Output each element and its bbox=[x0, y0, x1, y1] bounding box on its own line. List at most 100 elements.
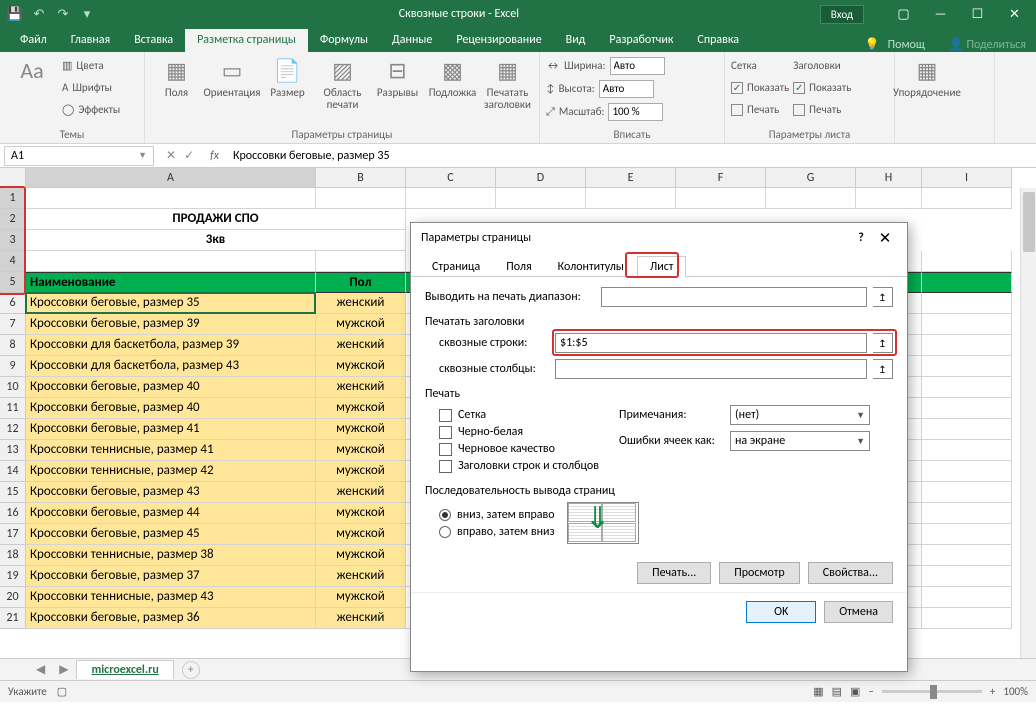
tab-вид[interactable]: Вид bbox=[554, 29, 598, 52]
cell-gender[interactable]: мужской bbox=[316, 503, 406, 524]
zoom-out-icon[interactable]: − bbox=[868, 685, 873, 698]
headers-checkbox[interactable]: Заголовки строк и столбцов bbox=[439, 459, 599, 473]
margins-button[interactable]: ▦Поля bbox=[151, 55, 202, 99]
name-box[interactable]: A1▼ bbox=[4, 146, 154, 166]
cell-gender[interactable]: мужской bbox=[316, 440, 406, 461]
cancel-button[interactable]: Отмена bbox=[824, 601, 893, 623]
cell-name[interactable]: Кроссовки беговые, размер 37 bbox=[26, 566, 316, 587]
collapse-dialog-icon[interactable]: ↥ bbox=[873, 287, 893, 307]
dialog-tab-3[interactable]: Лист bbox=[637, 256, 687, 277]
undo-icon[interactable]: ↶ bbox=[28, 3, 50, 25]
chevron-down-icon[interactable]: ▼ bbox=[138, 150, 147, 161]
gridlines-print-check[interactable]: Печать bbox=[731, 99, 789, 120]
cell-gender[interactable]: женский bbox=[316, 377, 406, 398]
col-header-I[interactable]: I bbox=[922, 168, 1012, 188]
sheet-nav-next-icon[interactable]: ▶ bbox=[53, 662, 74, 677]
row-header-8[interactable]: 8 bbox=[0, 335, 26, 356]
row-header-6[interactable]: 6 bbox=[0, 293, 26, 314]
col-header-F[interactable]: F bbox=[676, 168, 766, 188]
dialog-tab-0[interactable]: Страница bbox=[419, 256, 493, 277]
formula-input[interactable]: Кроссовки беговые, размер 35 bbox=[227, 147, 1036, 165]
height-combo[interactable] bbox=[599, 80, 654, 98]
themes-button[interactable]: Aa bbox=[6, 55, 58, 85]
row-header-12[interactable]: 12 bbox=[0, 419, 26, 440]
cell-name[interactable]: Кроссовки для баскетбола, размер 39 bbox=[26, 335, 316, 356]
print_area-button[interactable]: ▨Область печати bbox=[317, 55, 368, 111]
qat-dropdown-icon[interactable]: ▾ bbox=[76, 3, 98, 25]
header-gender[interactable]: Пол bbox=[316, 272, 406, 293]
maximize-icon[interactable]: ☐ bbox=[960, 3, 995, 25]
vertical-scrollbar[interactable] bbox=[1020, 188, 1036, 658]
grid-checkbox[interactable]: Сетка bbox=[439, 408, 599, 422]
minimize-icon[interactable]: — bbox=[923, 3, 958, 25]
row-header-17[interactable]: 17 bbox=[0, 524, 26, 545]
col-header-A[interactable]: A bbox=[26, 168, 316, 188]
fx-icon[interactable]: fx bbox=[202, 149, 227, 163]
cell-gender[interactable]: мужской bbox=[316, 545, 406, 566]
view-layout-icon[interactable]: ▤ bbox=[832, 685, 842, 698]
help-icon[interactable]: ? bbox=[849, 231, 873, 245]
sheet-tab[interactable]: microexcel.ru bbox=[76, 660, 173, 679]
effects-button[interactable]: ◯Эффекты bbox=[62, 99, 120, 120]
dialog-tab-2[interactable]: Колонтитулы bbox=[545, 256, 637, 277]
tab-рецензирование[interactable]: Рецензирование bbox=[444, 29, 553, 52]
fonts-button[interactable]: AШрифты bbox=[62, 77, 120, 98]
row-header-10[interactable]: 10 bbox=[0, 377, 26, 398]
headings-print-check[interactable]: Печать bbox=[793, 99, 851, 120]
cell-name[interactable]: Кроссовки теннисные, размер 41 bbox=[26, 440, 316, 461]
login-button[interactable]: Вход bbox=[820, 5, 864, 24]
close-dialog-icon[interactable]: ✕ bbox=[873, 229, 897, 248]
cell-gender[interactable]: мужской bbox=[316, 356, 406, 377]
tab-файл[interactable]: Файл bbox=[8, 29, 59, 52]
tab-разработчик[interactable]: Разработчик bbox=[597, 29, 685, 52]
print-range-input[interactable] bbox=[601, 287, 867, 307]
row-header-11[interactable]: 11 bbox=[0, 398, 26, 419]
select-all-corner[interactable] bbox=[0, 168, 26, 188]
size-button[interactable]: 📄Размер bbox=[262, 55, 313, 99]
cell-name[interactable]: Кроссовки беговые, размер 44 bbox=[26, 503, 316, 524]
row-headers[interactable]: 123456789101112131415161718192021 bbox=[0, 188, 26, 629]
row-header-9[interactable]: 9 bbox=[0, 356, 26, 377]
properties-button[interactable]: Свойства... bbox=[808, 562, 893, 584]
cell-name[interactable]: Кроссовки беговые, размер 40 bbox=[26, 398, 316, 419]
cell-gender[interactable]: женский bbox=[316, 293, 406, 314]
ok-button[interactable]: OK bbox=[746, 601, 816, 623]
zoom-in-icon[interactable]: + bbox=[990, 685, 995, 698]
headings-view-check[interactable]: ✓Показать bbox=[793, 77, 851, 98]
tab-формулы[interactable]: Формулы bbox=[308, 29, 380, 52]
cell-name[interactable]: Кроссовки теннисные, размер 43 bbox=[26, 587, 316, 608]
scale-spinner[interactable] bbox=[608, 103, 663, 121]
gridlines-view-check[interactable]: ✓Показать bbox=[731, 77, 789, 98]
col-header-E[interactable]: E bbox=[586, 168, 676, 188]
row-header-3[interactable]: 3 bbox=[0, 230, 26, 251]
row-header-2[interactable]: 2 bbox=[0, 209, 26, 230]
print-button[interactable]: Печать... bbox=[637, 562, 711, 584]
collapse-cols-icon[interactable]: ↥ bbox=[873, 359, 893, 379]
cell-name[interactable]: Кроссовки беговые, размер 41 bbox=[26, 419, 316, 440]
row-header-15[interactable]: 15 bbox=[0, 482, 26, 503]
col-header-G[interactable]: G bbox=[766, 168, 856, 188]
row-header-19[interactable]: 19 bbox=[0, 566, 26, 587]
order-over-radio[interactable]: вправо, затем вниз bbox=[439, 525, 555, 539]
cell-name[interactable]: Кроссовки беговые, размер 43 bbox=[26, 482, 316, 503]
cell-gender[interactable]: мужской bbox=[316, 314, 406, 335]
share-button[interactable]: 👤 Поделиться bbox=[949, 37, 1026, 52]
view-normal-icon[interactable]: ▦ bbox=[813, 685, 823, 698]
tab-разметка страницы[interactable]: Разметка страницы bbox=[185, 29, 308, 52]
order-down-radio[interactable]: вниз, затем вправо bbox=[439, 508, 555, 522]
cell-gender[interactable]: мужской bbox=[316, 524, 406, 545]
col-header-D[interactable]: D bbox=[496, 168, 586, 188]
macro-record-icon[interactable]: ▢ bbox=[57, 685, 67, 698]
draft-checkbox[interactable]: Черновое качество bbox=[439, 442, 599, 456]
row-header-1[interactable]: 1 bbox=[0, 188, 26, 209]
cell-gender[interactable]: женский bbox=[316, 566, 406, 587]
tab-главная[interactable]: Главная bbox=[59, 29, 122, 52]
col-header-H[interactable]: H bbox=[856, 168, 922, 188]
confirm-icon[interactable]: ✓ bbox=[184, 148, 194, 163]
bw-checkbox[interactable]: Черно-белая bbox=[439, 425, 599, 439]
row-header-20[interactable]: 20 bbox=[0, 587, 26, 608]
row-header-5[interactable]: 5 bbox=[0, 272, 26, 293]
close-icon[interactable]: ✕ bbox=[997, 3, 1032, 25]
add-sheet-button[interactable]: + bbox=[182, 661, 200, 679]
zoom-level[interactable]: 100% bbox=[1003, 685, 1028, 698]
